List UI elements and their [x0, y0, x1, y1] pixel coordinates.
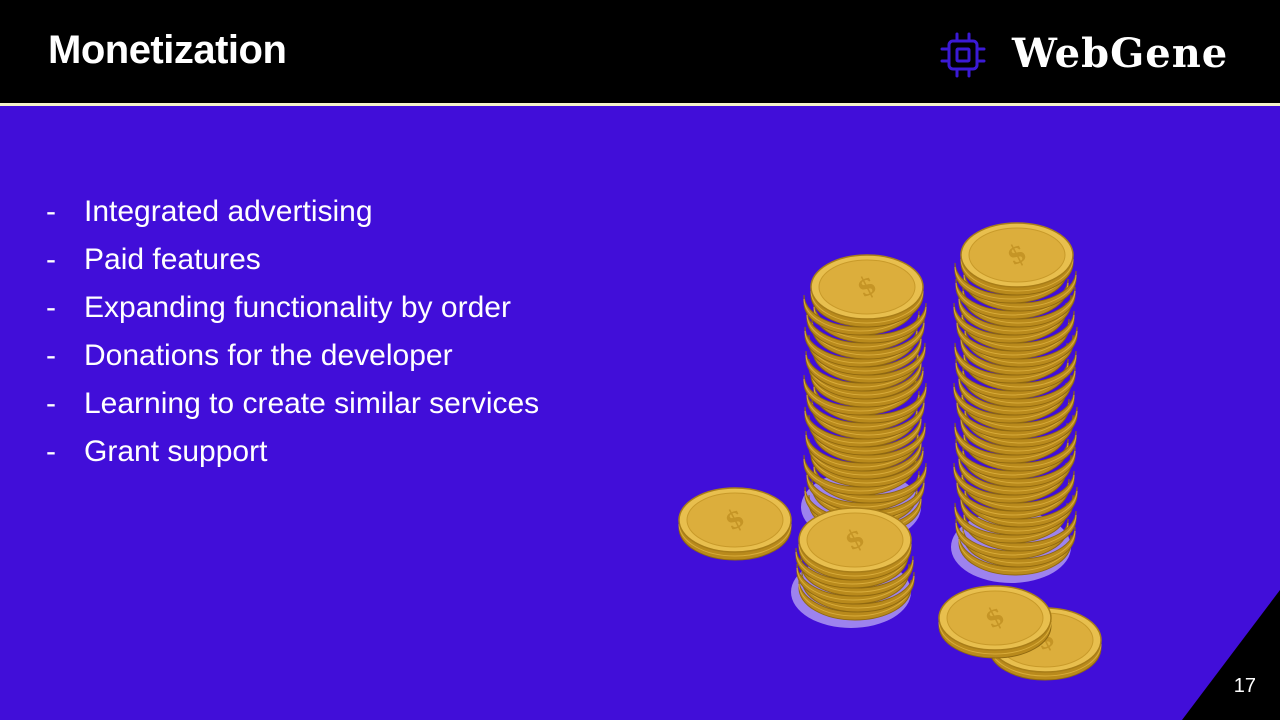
bullet-text: Donations for the developer: [84, 339, 453, 372]
bullet-text: Integrated advertising: [84, 195, 373, 228]
header-divider: [0, 103, 1280, 106]
bullet-dash: -: [46, 291, 56, 324]
bullet-item: - Integrated advertising: [46, 188, 539, 236]
header-bar: Monetization WebGene: [0, 0, 1280, 103]
bullet-list: - Integrated advertising - Paid features -…: [46, 188, 539, 476]
bullet-text: Learning to create similar services: [84, 387, 540, 420]
bullet-dash: -: [46, 435, 56, 468]
page-number: 17: [1233, 675, 1256, 697]
bullet-text: Expanding functionality by order: [84, 291, 511, 324]
bullet-item: - Grant support: [46, 428, 539, 476]
bullet-item: - Donations for the developer: [46, 332, 539, 380]
logo-text: WebGene: [1012, 30, 1229, 77]
bullet-dash: -: [46, 243, 56, 276]
bullet-dash: -: [46, 339, 56, 372]
chip-icon: [940, 32, 986, 78]
bullet-text: Paid features: [84, 243, 261, 276]
bullet-dash: -: [46, 195, 56, 228]
bullet-item: - Learning to create similar services: [46, 380, 539, 428]
slide: Monetization WebGene - Integrated adverti…: [0, 0, 1280, 720]
bullet-item: - Paid features: [46, 236, 539, 284]
bullet-text: Grant support: [84, 435, 268, 468]
corner-triangle: [1182, 590, 1280, 720]
bullet-dash: -: [46, 387, 56, 420]
bullet-item: - Expanding functionality by order: [46, 284, 539, 332]
page-title: Monetization: [48, 28, 287, 72]
coin-stacks-illustration: $$$$$$: [678, 222, 1102, 681]
